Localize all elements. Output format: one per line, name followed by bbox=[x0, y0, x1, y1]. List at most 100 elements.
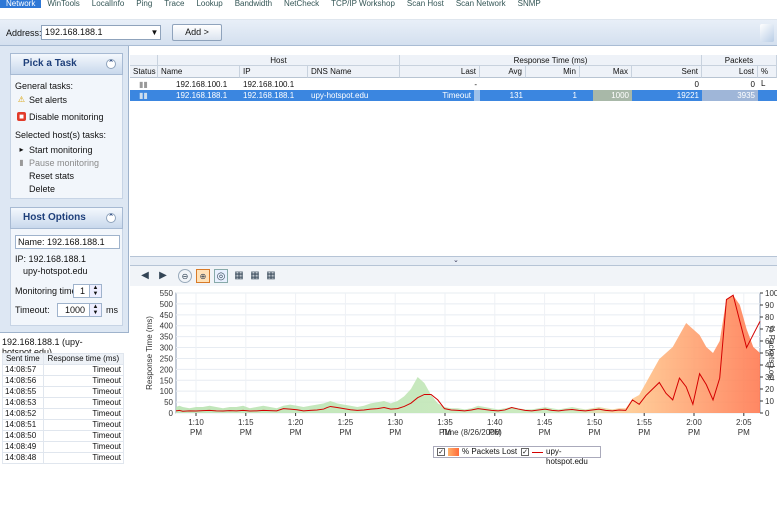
stepper-arrows-icon[interactable]: ▲ ▼ bbox=[89, 304, 101, 316]
tab-scan-network[interactable]: Scan Network bbox=[450, 0, 512, 8]
tab-tcpip-workshop[interactable]: TCP/IP Workshop bbox=[325, 0, 401, 8]
x-tick-label: 1:50 bbox=[587, 418, 603, 427]
response-cell: Timeout bbox=[42, 441, 125, 453]
table-row[interactable]: 14:08:53 Timeout bbox=[2, 397, 125, 409]
table-row[interactable]: 14:08:56 Timeout bbox=[2, 375, 125, 387]
timeout-stepper[interactable]: 1000 ▲ ▼ bbox=[57, 303, 102, 317]
address-bar: Address: 192.168.188.1 ▼ Add > bbox=[0, 20, 777, 46]
top-menu-bar: Network WinTools LocalInfo Ping Trace Lo… bbox=[0, 0, 777, 20]
y-tick-label: 350 bbox=[160, 333, 174, 342]
app-logo-icon bbox=[760, 24, 774, 42]
set-alerts-link[interactable]: Set alerts bbox=[29, 95, 67, 105]
avg-column-header[interactable]: Avg bbox=[480, 66, 526, 78]
ip-column-header[interactable]: IP bbox=[240, 66, 308, 78]
max-column-header[interactable]: Max bbox=[580, 66, 632, 78]
x-tick-sublabel: PM bbox=[240, 428, 252, 437]
legend-checkbox-host[interactable]: ✓ bbox=[521, 448, 529, 456]
scroll-left-icon[interactable]: ◀ bbox=[138, 269, 152, 283]
tab-ping[interactable]: Ping bbox=[130, 0, 158, 8]
delete-link[interactable]: Delete bbox=[29, 184, 55, 194]
chevron-down-icon[interactable]: ▼ bbox=[148, 25, 161, 40]
host-name-field[interactable]: Name: 192.168.188.1 bbox=[15, 235, 120, 249]
x-tick-sublabel: PM bbox=[688, 428, 700, 437]
recent-responses-table: Sent time Response time (ms) 14:08:57 Tim… bbox=[2, 353, 125, 464]
collapse-icon[interactable]: ⌃ bbox=[106, 213, 116, 223]
lost-column-header[interactable]: Lost bbox=[702, 66, 758, 78]
status-column-header[interactable]: Status bbox=[130, 66, 158, 78]
sent-time-cell: 14:08:52 bbox=[2, 408, 44, 420]
add-button[interactable]: Add > bbox=[172, 24, 222, 41]
sent-column-header[interactable]: Sent bbox=[632, 66, 702, 78]
table-row-selected[interactable]: ▮▮ 192.168.188.1 192.168.188.1 upy-hotsp… bbox=[130, 90, 777, 101]
tab-wintools[interactable]: WinTools bbox=[41, 0, 85, 8]
paused-status-icon: ▮▮ bbox=[139, 91, 148, 100]
host-options-header[interactable]: Host Options ⌃ bbox=[10, 207, 123, 229]
last-cell: Timeout bbox=[400, 90, 474, 101]
zoom-in-icon[interactable]: ⊕ bbox=[196, 269, 210, 283]
name-column-header[interactable]: Name bbox=[158, 66, 240, 78]
table-row[interactable]: 14:08:57 Timeout bbox=[2, 364, 125, 376]
paused-status-icon: ▮▮ bbox=[139, 80, 148, 89]
calendar-day-icon[interactable]: ▦ bbox=[232, 269, 246, 283]
sent-time-cell: 14:08:57 bbox=[2, 364, 44, 376]
tab-scan-host[interactable]: Scan Host bbox=[401, 0, 450, 8]
response-cell: Timeout bbox=[42, 364, 125, 376]
reset-stats-link[interactable]: Reset stats bbox=[29, 171, 74, 181]
tab-trace[interactable]: Trace bbox=[158, 0, 190, 8]
x-tick-label: 1:25 bbox=[338, 418, 354, 427]
sent-time-cell: 14:08:49 bbox=[2, 441, 44, 453]
min-column-header[interactable]: Min bbox=[526, 66, 580, 78]
host-table: Host Response Time (ms) Packets Status N… bbox=[130, 46, 777, 256]
tab-network[interactable]: Network bbox=[0, 0, 42, 8]
zoom-fit-icon[interactable]: ◎ bbox=[214, 269, 228, 283]
start-monitoring-link[interactable]: Start monitoring bbox=[29, 145, 93, 155]
scroll-right-icon[interactable]: ▶ bbox=[156, 269, 170, 283]
tab-snmp[interactable]: SNMP bbox=[512, 0, 547, 8]
address-input[interactable]: 192.168.188.1 bbox=[41, 25, 161, 40]
legend-label-packets: % Packets Lost bbox=[462, 447, 518, 456]
response-time-header[interactable]: Response time (ms) bbox=[42, 353, 125, 365]
pause-monitoring-link[interactable]: Pause monitoring bbox=[29, 158, 99, 168]
sent-time-cell: 14:08:56 bbox=[2, 375, 44, 387]
pct-lost-column-header[interactable]: % L bbox=[758, 66, 777, 88]
sent-time-cell: 14:08:50 bbox=[2, 430, 44, 442]
table-row[interactable]: 14:08:50 Timeout bbox=[2, 430, 125, 442]
calendar-month-icon[interactable]: ▦ bbox=[264, 269, 278, 283]
tab-netcheck[interactable]: NetCheck bbox=[278, 0, 325, 8]
x-tick-sublabel: PM bbox=[738, 428, 750, 437]
tab-localinfo[interactable]: LocalInfo bbox=[86, 0, 130, 8]
lost-cell: 3935 bbox=[737, 91, 755, 100]
host-name-cell: 192.168.100.1 bbox=[176, 80, 228, 89]
x-tick-sublabel: PM bbox=[539, 428, 551, 437]
general-tasks-label: General tasks: bbox=[15, 81, 74, 91]
pick-a-task-header[interactable]: Pick a Task ⌃ bbox=[10, 53, 123, 75]
disable-monitoring-link[interactable]: Disable monitoring bbox=[29, 112, 104, 122]
stepper-arrows-icon[interactable]: ▲ ▼ bbox=[89, 285, 101, 297]
collapse-icon[interactable]: ⌃ bbox=[106, 59, 116, 69]
tab-bandwidth[interactable]: Bandwidth bbox=[229, 0, 278, 8]
table-row[interactable]: 14:08:49 Timeout bbox=[2, 441, 125, 453]
monitoring-time-stepper[interactable]: 1 ▲ ▼ bbox=[73, 284, 102, 298]
zoom-out-icon[interactable]: ⊖ bbox=[178, 269, 192, 283]
tab-lookup[interactable]: Lookup bbox=[190, 0, 228, 8]
x-tick-sublabel: PM bbox=[190, 428, 202, 437]
stop-icon: ■ bbox=[17, 112, 26, 121]
chevron-down-icon[interactable]: ⌄ bbox=[453, 257, 459, 265]
table-row[interactable]: 14:08:52 Timeout bbox=[2, 408, 125, 420]
response-cell: Timeout bbox=[42, 408, 125, 420]
timeout-value: 1000 bbox=[64, 305, 85, 315]
host-dns-cell: upy-hotspot.edu bbox=[311, 91, 369, 100]
table-row[interactable]: ▮▮ 192.168.100.1 192.168.100.1 - 0 0 bbox=[130, 79, 777, 90]
play-icon: ▸ bbox=[19, 145, 24, 154]
calendar-week-icon[interactable]: ▦ bbox=[248, 269, 262, 283]
y-tick-label: 550 bbox=[160, 289, 174, 298]
sent-time-header[interactable]: Sent time bbox=[2, 353, 44, 365]
pane-splitter[interactable]: ⌄ bbox=[130, 256, 777, 266]
legend-checkbox-packets[interactable]: ✓ bbox=[437, 448, 445, 456]
legend-swatch-host bbox=[532, 452, 543, 453]
last-column-header[interactable]: Last bbox=[400, 66, 480, 78]
response-cell: Timeout bbox=[42, 419, 125, 431]
table-row[interactable]: 14:08:55 Timeout bbox=[2, 386, 125, 398]
table-row[interactable]: 14:08:51 Timeout bbox=[2, 419, 125, 431]
dns-column-header[interactable]: DNS Name bbox=[308, 66, 400, 78]
